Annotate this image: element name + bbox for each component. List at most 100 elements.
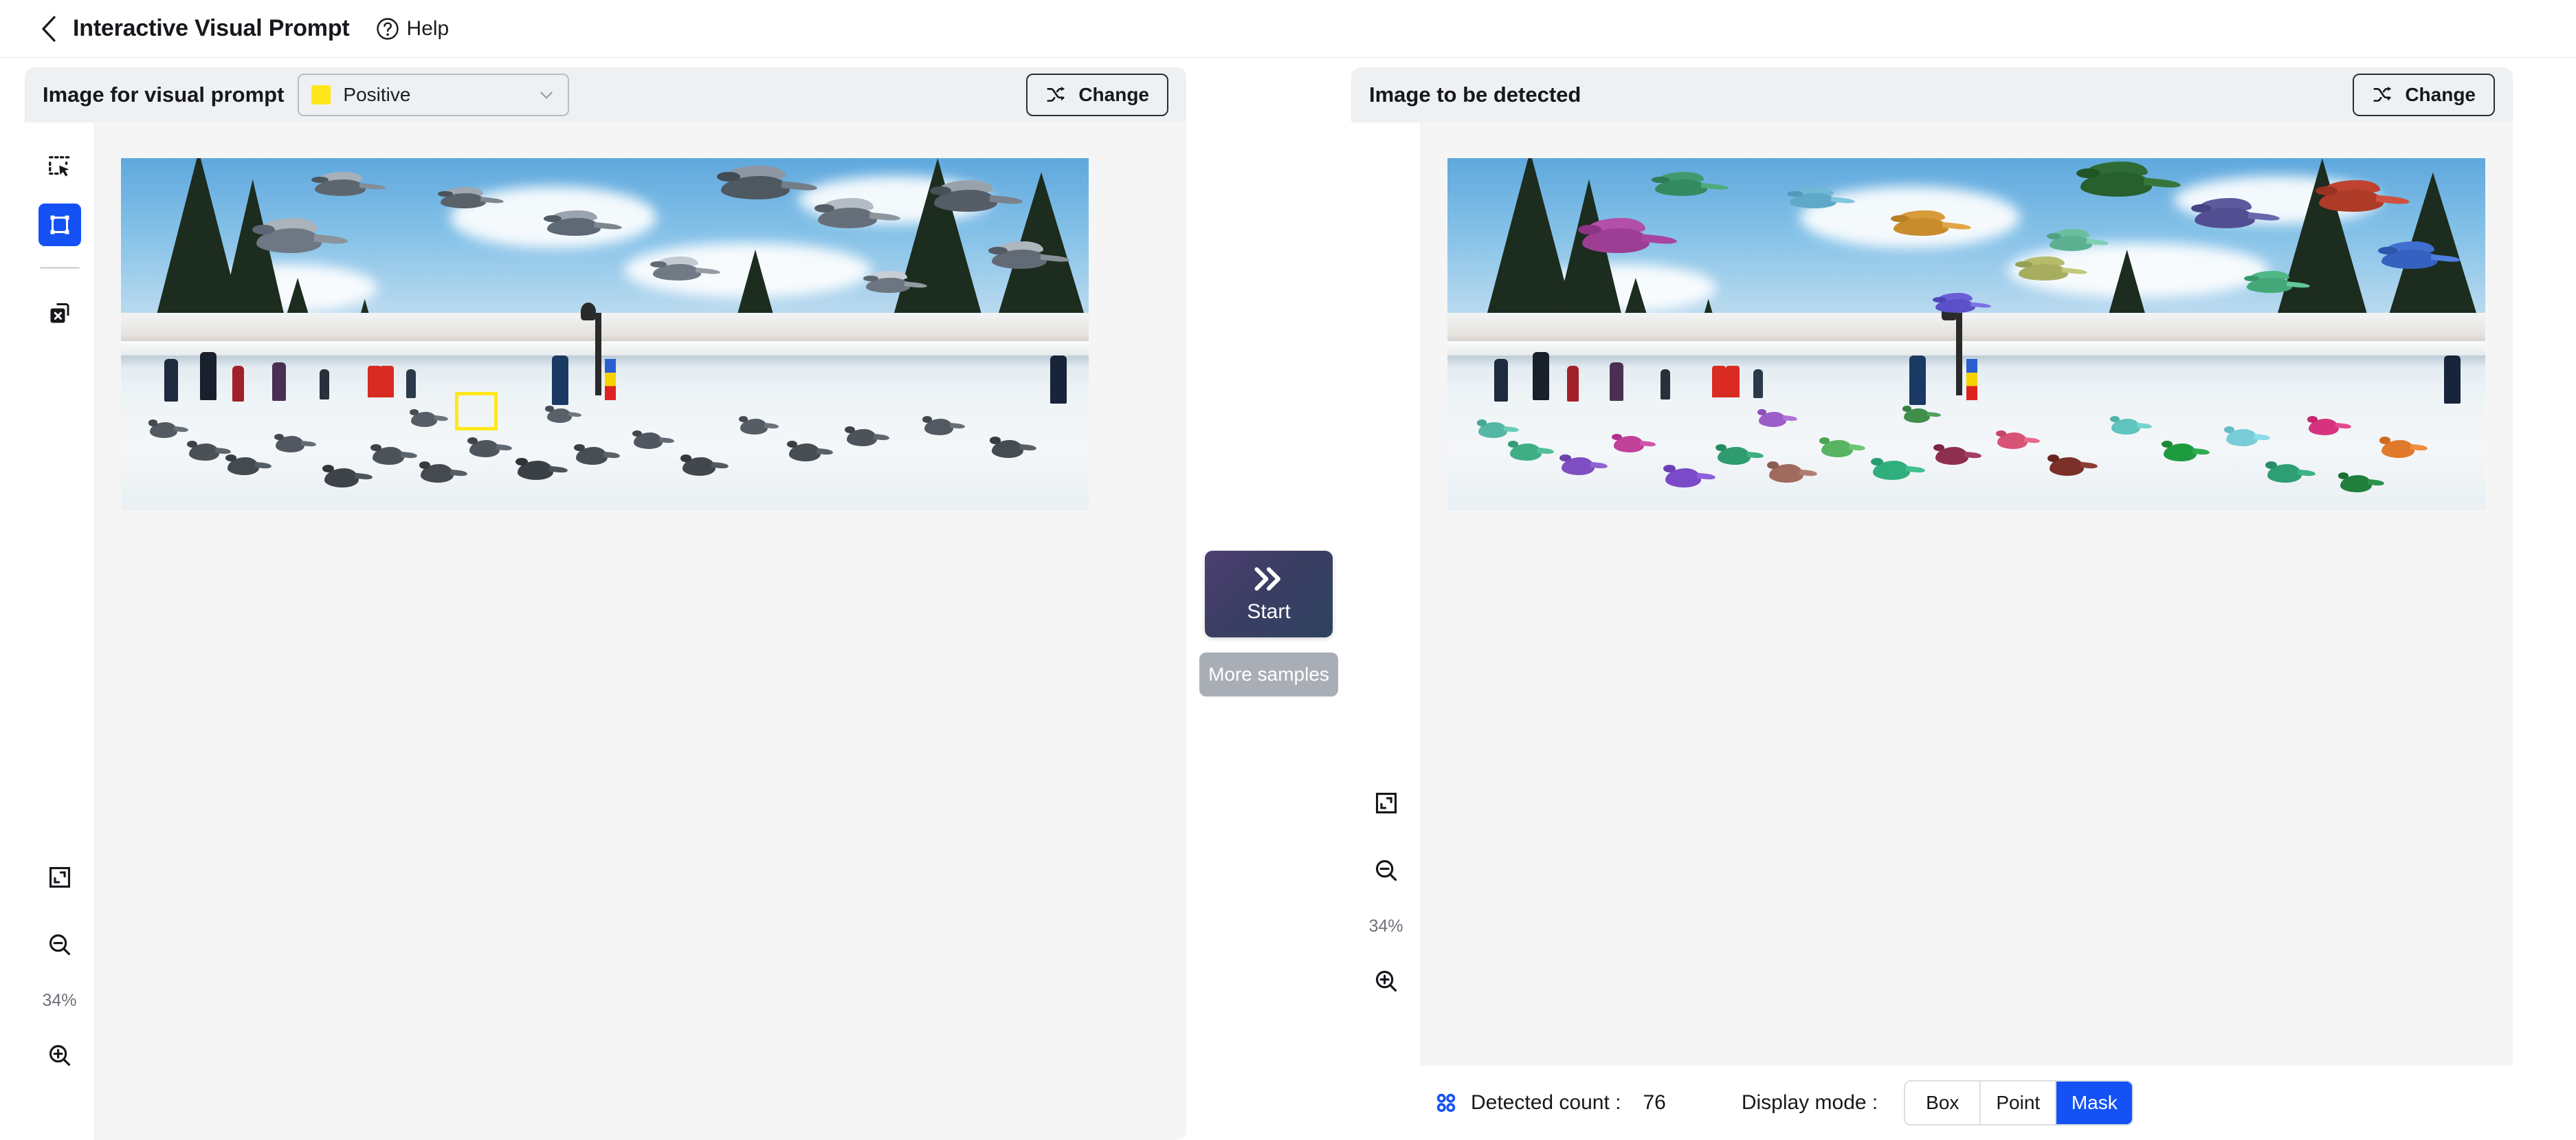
bird-ground xyxy=(789,443,821,461)
bird-ground xyxy=(576,447,608,465)
display-mode-mask[interactable]: Mask xyxy=(2056,1082,2132,1124)
fit-to-screen-button[interactable] xyxy=(1365,782,1408,824)
person xyxy=(1533,352,1549,400)
detected-count-label: Detected count : xyxy=(1471,1091,1621,1115)
bird-ground xyxy=(740,419,768,435)
detected-bird-mask xyxy=(1790,193,1836,208)
fit-to-screen-icon xyxy=(48,866,71,889)
detected-bird-mask xyxy=(1562,457,1595,475)
change-button-label: Change xyxy=(2405,84,2476,106)
person xyxy=(1050,355,1067,404)
change-prompt-image-button[interactable]: Change xyxy=(1026,74,1168,116)
start-button[interactable]: Start xyxy=(1205,551,1333,637)
phone-booth xyxy=(368,366,381,397)
phone-booth xyxy=(380,366,394,397)
left-panel-header: Image for visual prompt Positive Change xyxy=(25,67,1186,122)
clear-all-button[interactable] xyxy=(38,292,81,335)
detected-bird-mask xyxy=(1873,461,1910,480)
bird-ground xyxy=(469,440,500,457)
detected-image[interactable] xyxy=(1447,158,2485,510)
chevron-left-icon xyxy=(40,15,58,43)
bird-flying xyxy=(653,264,701,281)
double-chevron-right-icon xyxy=(1250,564,1287,593)
romanian-flag xyxy=(1966,359,1977,400)
right-zoom-controls: 34% xyxy=(1351,782,1421,1027)
right-canvas[interactable] xyxy=(1421,122,2513,1066)
bird-ground xyxy=(189,443,219,461)
bird-ground xyxy=(547,408,572,423)
person xyxy=(200,352,216,400)
visual-prompt-panel: Image for visual prompt Positive Change xyxy=(25,67,1186,1140)
lamp-post xyxy=(595,313,601,395)
detected-count-value: 76 xyxy=(1643,1091,1665,1115)
detected-bird-mask xyxy=(1904,408,1930,423)
detected-bird-mask xyxy=(2111,419,2140,435)
detected-bird-mask xyxy=(1478,422,1507,438)
bird-ground xyxy=(324,468,359,487)
left-canvas[interactable] xyxy=(95,122,1186,1140)
bird-ground xyxy=(411,412,437,427)
person xyxy=(552,355,568,405)
shuffle-icon xyxy=(2372,85,2392,105)
detected-bird-mask xyxy=(1769,464,1803,483)
zoom-out-button[interactable] xyxy=(38,923,81,966)
positive-color-swatch xyxy=(311,85,331,105)
zoom-in-icon xyxy=(1374,969,1399,994)
bird-ground xyxy=(421,464,454,483)
visual-prompt-bounding-box[interactable] xyxy=(455,392,498,430)
detected-bird-mask xyxy=(1935,447,1968,465)
visual-prompt-image[interactable] xyxy=(121,158,1089,510)
app-header: Interactive Visual Prompt Help xyxy=(0,0,2576,58)
phone-booth xyxy=(1712,366,1726,397)
romanian-flag xyxy=(605,359,616,400)
box-tool-button[interactable] xyxy=(38,204,81,246)
detected-bird-mask xyxy=(1935,299,1975,313)
person xyxy=(2444,355,2461,404)
shuffle-icon xyxy=(1045,85,1066,105)
detected-bird-mask xyxy=(2340,475,2372,492)
change-detect-image-button[interactable]: Change xyxy=(2353,74,2495,116)
person xyxy=(1494,359,1508,402)
tool-divider xyxy=(40,267,80,269)
phone-booth xyxy=(1726,366,1740,397)
person xyxy=(1753,369,1763,398)
bird-ground xyxy=(992,440,1023,458)
workspace: Image for visual prompt Positive Change xyxy=(0,58,2576,1140)
zoom-out-icon xyxy=(47,932,72,957)
start-button-label: Start xyxy=(1247,600,1290,624)
display-mode-point[interactable]: Point xyxy=(1981,1082,2056,1124)
zoom-out-button[interactable] xyxy=(1365,849,1408,892)
more-samples-button[interactable]: More samples xyxy=(1199,653,1338,697)
bird-flying xyxy=(315,179,366,196)
zoom-in-button[interactable] xyxy=(38,1034,81,1077)
person xyxy=(164,359,178,402)
zoom-in-icon xyxy=(47,1043,72,1068)
person xyxy=(406,369,416,398)
chevron-down-icon xyxy=(537,86,555,104)
prompt-type-value: Positive xyxy=(343,84,537,106)
right-panel-header: Image to be detected Change xyxy=(1351,67,2513,122)
zoom-in-button[interactable] xyxy=(1365,960,1408,1002)
back-button[interactable] xyxy=(32,12,66,46)
bird-ground xyxy=(924,419,953,435)
four-dots-grid-icon xyxy=(1434,1090,1458,1115)
change-button-label: Change xyxy=(1078,84,1149,106)
display-mode-box[interactable]: Box xyxy=(1905,1082,1981,1124)
bird-ground xyxy=(276,436,304,452)
select-tool-button[interactable] xyxy=(38,146,81,188)
more-samples-label: More samples xyxy=(1208,664,1329,686)
bird-flying xyxy=(866,278,910,293)
detected-bird-mask xyxy=(1759,412,1786,427)
fit-to-screen-button[interactable] xyxy=(38,856,81,899)
detected-bird-mask xyxy=(1655,179,1707,196)
lamp-post xyxy=(1956,313,1962,395)
person xyxy=(1909,355,1926,405)
detection-panel: Image to be detected Change xyxy=(1351,67,2513,1140)
person xyxy=(1661,369,1670,399)
display-mode-label: Display mode : xyxy=(1742,1091,1878,1115)
prompt-type-select[interactable]: Positive xyxy=(298,74,569,116)
help-link[interactable]: Help xyxy=(376,17,449,41)
bird-ground xyxy=(682,457,715,476)
right-tool-rail: 34% xyxy=(1351,122,1421,1066)
bounding-box-icon xyxy=(47,212,72,237)
